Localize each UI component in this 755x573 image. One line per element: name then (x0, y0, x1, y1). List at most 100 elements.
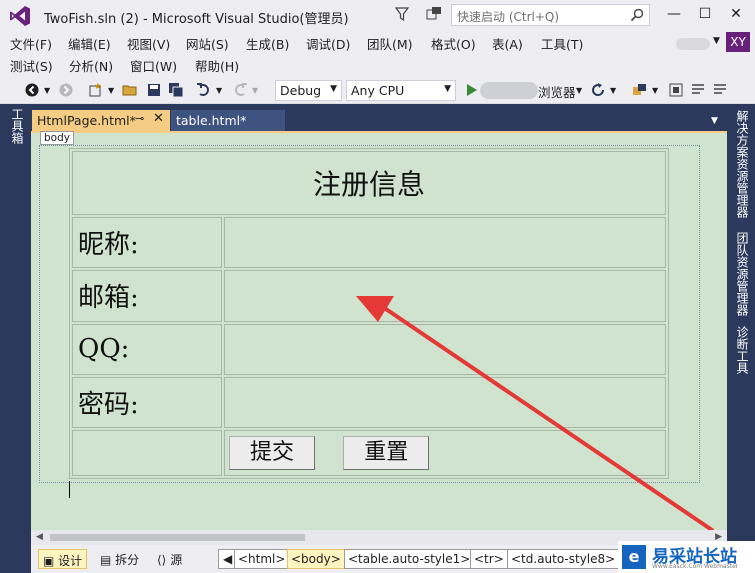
chevron-down-icon[interactable]: ▼ (713, 36, 720, 46)
menu-file[interactable]: 文件(F) (10, 34, 52, 53)
search-icon[interactable] (630, 8, 644, 22)
solution-configuration-select[interactable]: Debug ▼ (275, 80, 342, 101)
start-icon[interactable] (464, 82, 480, 98)
left-tool-window-strip (0, 104, 31, 573)
visual-studio-logo-icon (10, 6, 30, 26)
menu-window[interactable]: 窗口(W) (130, 56, 177, 75)
close-window-button[interactable]: ✕ (728, 6, 744, 22)
chevron-down-icon[interactable]: ▼ (216, 86, 222, 95)
breadcrumb-td[interactable]: <td.auto-style8> (507, 549, 620, 569)
design-view-label: 设计 (58, 554, 83, 568)
solution-explorer-tab[interactable]: 解决方案资源管理器 (732, 110, 749, 218)
split-view-button[interactable]: ▤ 拆分 (96, 549, 143, 569)
watermark-logo-icon: e (622, 545, 646, 569)
refresh-icon[interactable] (590, 82, 606, 98)
maximize-button[interactable]: ☐ (697, 6, 713, 22)
navigate-back-icon[interactable] (24, 82, 40, 98)
navigate-forward-icon[interactable] (58, 82, 74, 98)
new-project-icon[interactable] (88, 82, 104, 98)
undo-icon[interactable] (196, 82, 212, 98)
menu-tools[interactable]: 工具(T) (541, 34, 583, 53)
menu-website[interactable]: 网站(S) (186, 34, 229, 53)
avatar[interactable]: XY (726, 32, 750, 52)
pin-icon[interactable]: ⊸ (135, 112, 144, 125)
body-tag-label[interactable]: body (40, 131, 74, 145)
source-view-button[interactable]: ⟨⟩ 源 (153, 549, 186, 569)
quick-launch-placeholder: 快速启动 (Ctrl+Q) (457, 10, 560, 24)
nickname-cell[interactable] (224, 217, 666, 269)
watermark-subtext: Www.Easck.Com Webmaster (652, 563, 739, 570)
breadcrumb-tr[interactable]: <tr> (470, 549, 508, 569)
source-view-label: 源 (170, 553, 183, 567)
chevron-down-icon[interactable]: ▼ (108, 86, 114, 95)
submit-button[interactable]: 提交 (229, 435, 315, 470)
nickname-label[interactable]: 昵称: (72, 217, 222, 269)
buttons-cell[interactable]: 提交 重置 (224, 429, 666, 476)
password-cell[interactable] (224, 376, 666, 428)
solution-platform-select[interactable]: Any CPU ▼ (346, 80, 456, 101)
save-all-icon[interactable] (168, 82, 184, 98)
notification-filter-icon[interactable] (395, 6, 409, 22)
menu-view[interactable]: 视图(V) (127, 34, 170, 53)
reset-button[interactable]: 重置 (343, 435, 430, 470)
toggle-bookmark-icon[interactable] (668, 82, 684, 98)
chevron-down-icon: ▼ (330, 84, 337, 94)
quick-launch-input[interactable]: 快速启动 (Ctrl+Q) (451, 4, 650, 26)
toolbox-tab[interactable]: 工具箱 (9, 108, 24, 144)
uncomment-icon[interactable] (712, 82, 728, 98)
scrollbar-thumb[interactable] (50, 534, 305, 541)
menu-team[interactable]: 团队(M) (367, 34, 413, 53)
menu-test[interactable]: 测试(S) (10, 56, 53, 75)
tab-table[interactable]: table.html* (171, 110, 285, 131)
menu-help[interactable]: 帮助(H) (195, 56, 239, 75)
chevron-down-icon[interactable]: ▼ (610, 86, 616, 95)
close-tab-icon[interactable]: ✕ (153, 111, 164, 126)
team-explorer-tab[interactable]: 团队资源管理器 (732, 232, 749, 316)
text-caret (69, 481, 70, 498)
tab-htmlpage[interactable]: HtmlPage.html* ⊸ ✕ (32, 110, 170, 131)
qq-label[interactable]: QQ: (72, 323, 222, 375)
menu-edit[interactable]: 编辑(E) (68, 34, 111, 53)
comment-icon[interactable] (690, 82, 706, 98)
solution-configuration-value: Debug (280, 83, 322, 98)
breadcrumb-table[interactable]: <table.auto-style1> (344, 549, 475, 569)
diagnostic-tools-tab[interactable]: 诊断工具 (732, 326, 749, 374)
email-cell[interactable] (224, 270, 666, 322)
chevron-down-icon[interactable]: ▼ (652, 86, 658, 95)
breadcrumb-body[interactable]: <body> (287, 549, 345, 569)
split-view-icon: ▤ (100, 553, 112, 567)
save-icon[interactable] (146, 82, 162, 98)
chevron-down-icon[interactable]: ▼ (252, 86, 258, 95)
watermark: e 易采站长站 Www.Easck.Com Webmaster (618, 541, 755, 573)
menu-analyze[interactable]: 分析(N) (69, 56, 113, 75)
qq-cell[interactable] (224, 323, 666, 375)
empty-cell[interactable] (72, 429, 222, 476)
menu-bar: 文件(F) 编辑(E) 视图(V) 网站(S) 生成(B) 调试(D) 团队(M… (0, 31, 755, 77)
design-view-icon: ▣ (43, 554, 55, 568)
chevron-down-icon[interactable]: ▼ (576, 86, 582, 95)
tab-overflow-icon[interactable]: ▼ (711, 116, 718, 126)
solution-platform-value: Any CPU (351, 83, 405, 98)
browser-label[interactable]: 浏览器 (538, 82, 576, 101)
minimize-button[interactable]: — (666, 6, 682, 22)
standard-toolbar: ▼ ▼ ▼ ▼ Debug ▼ Any CPU ▼ 浏览器 ▼ ▼ ▼ (0, 77, 755, 104)
chevron-down-icon: ▼ (444, 84, 451, 94)
account-name (676, 38, 710, 50)
email-label[interactable]: 邮箱: (72, 270, 222, 322)
menu-format[interactable]: 格式(O) (431, 34, 476, 53)
chevron-down-icon[interactable]: ▼ (44, 86, 50, 95)
registration-title[interactable]: 注册信息 (72, 151, 666, 216)
menu-table[interactable]: 表(A) (492, 34, 523, 53)
feedback-icon[interactable] (426, 6, 442, 22)
open-file-icon[interactable] (122, 82, 138, 98)
menu-debug[interactable]: 调试(D) (306, 34, 350, 53)
redo-icon[interactable] (232, 82, 248, 98)
tab-label: table.html* (176, 113, 247, 128)
design-view-button[interactable]: ▣ 设计 (38, 549, 88, 569)
breadcrumb-html[interactable]: <html> (234, 549, 290, 569)
password-label[interactable]: 密码: (72, 376, 222, 428)
browser-link-icon[interactable] (632, 82, 648, 98)
scroll-left-icon[interactable]: ◀ (36, 532, 43, 542)
registration-table[interactable]: 注册信息 昵称: 邮箱: QQ: 密码: 提交 重置 (69, 148, 669, 479)
menu-build[interactable]: 生成(B) (246, 34, 289, 53)
